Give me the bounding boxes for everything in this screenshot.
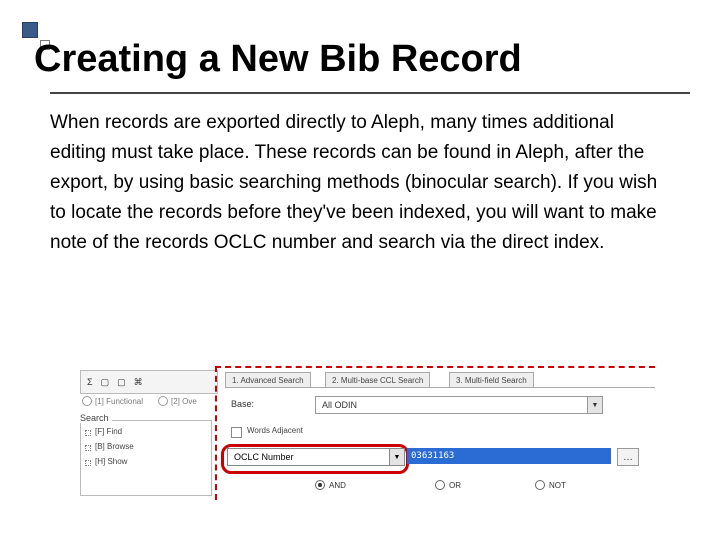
- chevron-down-icon: ▼: [389, 449, 404, 465]
- screenshot-region: Σ ▢ ▢ ⌘ [1] Functional [2] Ove Search [F…: [80, 370, 660, 500]
- radio-icon: [435, 480, 445, 490]
- browse-button[interactable]: …: [617, 448, 639, 466]
- title-underline: [50, 92, 690, 94]
- tab-multifield[interactable]: 3. Multi-field Search: [449, 372, 534, 388]
- base-dropdown[interactable]: All ODIN ▼: [315, 396, 603, 414]
- mode-radios: [1] Functional [2] Ove: [80, 396, 210, 412]
- callout-dashed-left: [215, 366, 217, 500]
- field-dropdown-value: OCLC Number: [234, 452, 294, 462]
- radio-label: AND: [329, 481, 346, 490]
- radio-label: [1] Functional: [95, 397, 143, 406]
- base-row: Base: All ODIN ▼: [225, 396, 655, 416]
- field-dropdown[interactable]: OCLC Number ▼: [227, 448, 405, 466]
- toolbar-icon: ▢: [117, 377, 126, 388]
- radio-icon: [315, 480, 325, 490]
- words-adjacent-row: Words Adjacent: [225, 426, 655, 440]
- tab-advanced-search[interactable]: 1. Advanced Search: [225, 372, 311, 388]
- radio-icon: [158, 396, 168, 406]
- search-panel-header: Search: [77, 413, 112, 423]
- boolean-row: AND OR NOT: [225, 480, 655, 496]
- radio-label: [2] Ove: [171, 397, 197, 406]
- radio-label: NOT: [549, 481, 566, 490]
- radio-overview[interactable]: [2] Ove: [158, 396, 197, 406]
- tab-underline: [225, 387, 655, 388]
- radio-not[interactable]: NOT: [535, 480, 566, 490]
- tree-item-find[interactable]: [F] Find: [81, 427, 211, 436]
- callout-dashed-top: [215, 366, 655, 368]
- tree-item-browse[interactable]: [B] Browse: [81, 442, 211, 451]
- search-form: 1. Advanced Search 2. Multi-base CCL Sea…: [225, 370, 655, 496]
- radio-icon: [535, 480, 545, 490]
- chevron-down-icon: ▼: [587, 397, 602, 413]
- radio-or[interactable]: OR: [435, 480, 461, 490]
- words-adjacent-checkbox[interactable]: [231, 427, 242, 438]
- left-toolbar: Σ ▢ ▢ ⌘: [80, 370, 218, 394]
- toolbar-icon: Σ: [87, 377, 93, 387]
- toolbar-icon: ▢: [101, 377, 110, 388]
- base-value: All ODIN: [322, 400, 357, 410]
- radio-label: OR: [449, 481, 461, 490]
- tree-item-show[interactable]: [H] Show: [81, 457, 211, 466]
- slide-body-text: When records are exported directly to Al…: [50, 108, 660, 258]
- bullet-square-large: [22, 22, 38, 38]
- search-tabs: 1. Advanced Search 2. Multi-base CCL Sea…: [225, 370, 655, 388]
- base-label: Base:: [231, 399, 254, 409]
- words-adjacent-label: Words Adjacent: [247, 426, 303, 435]
- search-field-row: OCLC Number ▼ 03631163 …: [225, 446, 655, 470]
- radio-and[interactable]: AND: [315, 480, 346, 490]
- slide-title: Creating a New Bib Record: [34, 38, 522, 81]
- search-panel: Search [F] Find [B] Browse [H] Show: [80, 420, 212, 496]
- radio-functional[interactable]: [1] Functional: [82, 396, 143, 406]
- radio-icon: [82, 396, 92, 406]
- search-value-input[interactable]: 03631163: [407, 448, 611, 464]
- tab-multibase-ccl[interactable]: 2. Multi-base CCL Search: [325, 372, 430, 388]
- toolbar-icon: ⌘: [134, 377, 143, 388]
